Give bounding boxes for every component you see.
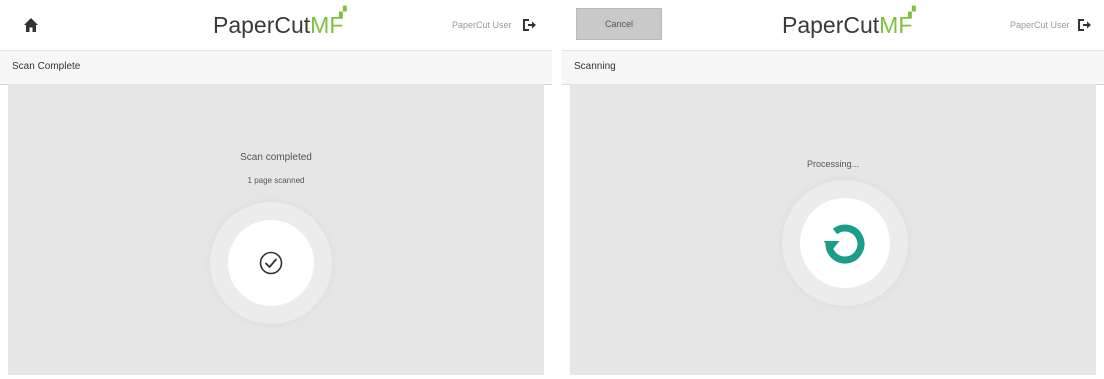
logout-button[interactable]: [1073, 14, 1095, 36]
subheader-title: Scan Complete: [12, 61, 81, 72]
scan-status-title: Scan completed: [240, 152, 312, 163]
papercut-logo: PaperCutMF ▞: [782, 7, 916, 38]
home-button[interactable]: [18, 12, 44, 38]
header-bar: PaperCutMF ▞ PaperCut User: [0, 0, 552, 50]
logout-icon: [523, 19, 536, 31]
logout-icon: [1078, 19, 1091, 31]
leaf-icon: ▞: [339, 7, 347, 18]
scan-page-count: 1 page scanned: [247, 176, 305, 185]
user-name: PaperCut User: [452, 20, 512, 30]
user-name: PaperCut User: [1010, 20, 1070, 30]
scan-complete-screen: PaperCutMF ▞ PaperCut User Scan Complete …: [0, 0, 552, 379]
papercut-logo: PaperCutMF ▞: [213, 7, 347, 38]
leaf-icon: ▞: [908, 7, 916, 18]
subheader-bar: Scanning: [562, 50, 1104, 85]
check-icon: [259, 251, 283, 275]
subheader-bar: Scan Complete: [0, 50, 552, 85]
content-area: Scan completed 1 page scanned: [8, 84, 544, 375]
refresh-icon: [823, 224, 865, 264]
logout-button[interactable]: [518, 14, 540, 36]
processing-status: Processing...: [806, 159, 860, 169]
scanning-screen: Cancel PaperCutMF ▞ PaperCut User Scannin…: [562, 0, 1104, 379]
subheader-title: Scanning: [574, 61, 616, 72]
cancel-button[interactable]: Cancel: [576, 8, 662, 40]
home-icon: [24, 18, 38, 32]
header-bar: Cancel PaperCutMF ▞ PaperCut User: [562, 0, 1104, 50]
content-area: Processing...: [570, 84, 1096, 375]
